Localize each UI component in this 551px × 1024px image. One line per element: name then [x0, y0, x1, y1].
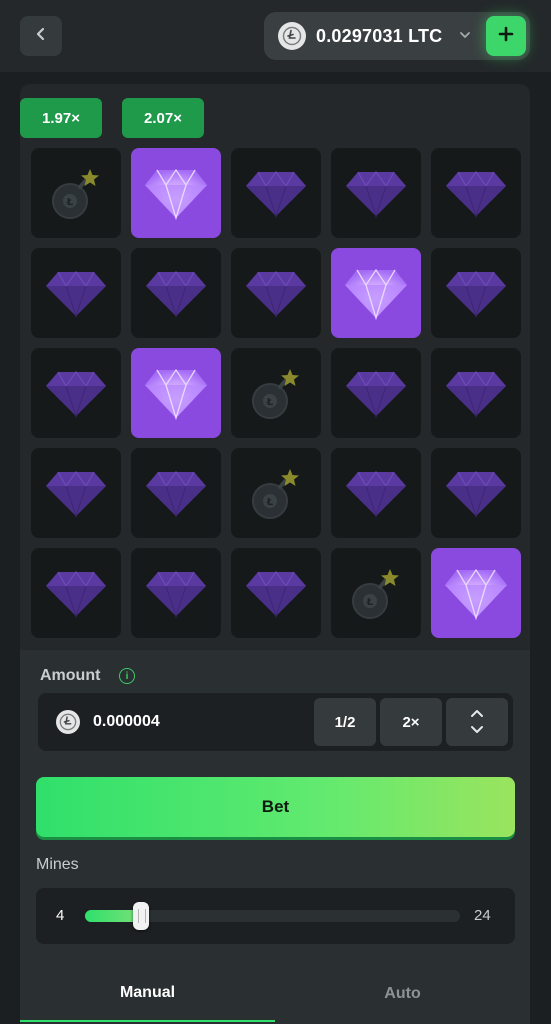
wallet-selector[interactable]: 0.0297031 LTC [264, 12, 530, 60]
gem-tile[interactable] [31, 248, 121, 338]
gem-icon [244, 168, 308, 218]
mines-count-value: 4 [56, 907, 65, 924]
mode-tabs: Manual Auto [20, 966, 530, 1024]
gem-tile[interactable] [331, 448, 421, 538]
bomb-icon: Ł [244, 361, 308, 425]
info-icon[interactable]: i [119, 668, 135, 684]
gem-tile[interactable] [131, 248, 221, 338]
multiplier-badge: 1.97× [20, 98, 102, 138]
gem-tile[interactable] [31, 348, 121, 438]
back-button[interactable] [20, 16, 62, 56]
mines-slider-box: 4 24 [36, 888, 515, 944]
mine-tile[interactable]: Ł [331, 548, 421, 638]
gem-icon [444, 268, 508, 318]
gem-tile[interactable] [131, 548, 221, 638]
gem-icon [44, 468, 108, 518]
chevron-down-icon[interactable] [470, 722, 484, 739]
gem-icon [344, 368, 408, 418]
deposit-button[interactable] [486, 16, 526, 56]
gem-icon [44, 268, 108, 318]
gem-icon [143, 166, 209, 220]
bomb-icon: Ł [44, 161, 108, 225]
gem-tile-revealed[interactable] [131, 348, 221, 438]
mines-slider[interactable] [85, 902, 460, 930]
svg-text:Ł: Ł [266, 397, 274, 408]
slider-handle[interactable] [132, 902, 149, 930]
gem-icon [444, 368, 508, 418]
tab-auto[interactable]: Auto [275, 966, 530, 1022]
gem-icon [144, 568, 208, 618]
chevron-up-icon[interactable] [470, 705, 484, 722]
gem-icon [44, 368, 108, 418]
wallet-balance: 0.0297031 LTC [316, 26, 443, 46]
chevron-down-icon [458, 28, 472, 47]
mine-tile[interactable]: Ł [231, 448, 321, 538]
gem-icon [244, 268, 308, 318]
gem-tile[interactable] [131, 448, 221, 538]
mines-max-value: 24 [474, 907, 491, 924]
multiplier-badge: 2.07× [122, 98, 204, 138]
top-bar: 0.0297031 LTC [0, 0, 551, 72]
gem-tile[interactable] [331, 348, 421, 438]
half-amount-button[interactable]: 1/2 [314, 698, 376, 746]
gem-icon [344, 468, 408, 518]
gem-icon [444, 468, 508, 518]
double-amount-button[interactable]: 2× [380, 698, 442, 746]
gem-icon [44, 568, 108, 618]
gem-tile[interactable] [431, 148, 521, 238]
amount-stepper[interactable] [446, 698, 508, 746]
litecoin-icon [278, 22, 306, 50]
chevron-left-icon [34, 27, 48, 46]
bomb-icon: Ł [244, 461, 308, 525]
gem-tile-revealed[interactable] [331, 248, 421, 338]
svg-text:Ł: Ł [66, 197, 74, 208]
gem-tile-revealed[interactable] [431, 548, 521, 638]
bet-button[interactable]: Bet [36, 777, 515, 837]
mines-label: Mines [36, 856, 79, 873]
litecoin-icon [56, 710, 80, 734]
mine-tile[interactable]: Ł [231, 348, 321, 438]
gem-tile-revealed[interactable] [131, 148, 221, 238]
gem-icon [244, 568, 308, 618]
gem-tile[interactable] [231, 548, 321, 638]
tab-manual[interactable]: Manual [20, 966, 275, 1022]
gem-icon [343, 266, 409, 320]
gem-icon [444, 168, 508, 218]
bomb-icon: Ł [344, 561, 408, 625]
gem-icon [143, 366, 209, 420]
mines-game-app: 0.0297031 LTC 1.97× 2.07× ŁŁŁŁ Amount i … [0, 0, 551, 1024]
gem-icon [144, 268, 208, 318]
gem-tile[interactable] [31, 448, 121, 538]
gem-tile[interactable] [431, 448, 521, 538]
mine-tile[interactable]: Ł [31, 148, 121, 238]
amount-input-box[interactable]: 0.000004 1/2 2× [38, 693, 513, 751]
plus-icon [497, 25, 515, 48]
amount-label: Amount [40, 667, 101, 684]
gem-icon [344, 168, 408, 218]
svg-text:Ł: Ł [366, 597, 374, 608]
gem-tile[interactable] [331, 148, 421, 238]
gem-icon [144, 468, 208, 518]
amount-input[interactable]: 0.000004 [93, 713, 160, 731]
gem-tile[interactable] [231, 248, 321, 338]
gem-tile[interactable] [231, 148, 321, 238]
svg-text:Ł: Ł [266, 497, 274, 508]
gem-tile[interactable] [31, 548, 121, 638]
gem-icon [443, 566, 509, 620]
gem-tile[interactable] [431, 348, 521, 438]
gem-tile[interactable] [431, 248, 521, 338]
